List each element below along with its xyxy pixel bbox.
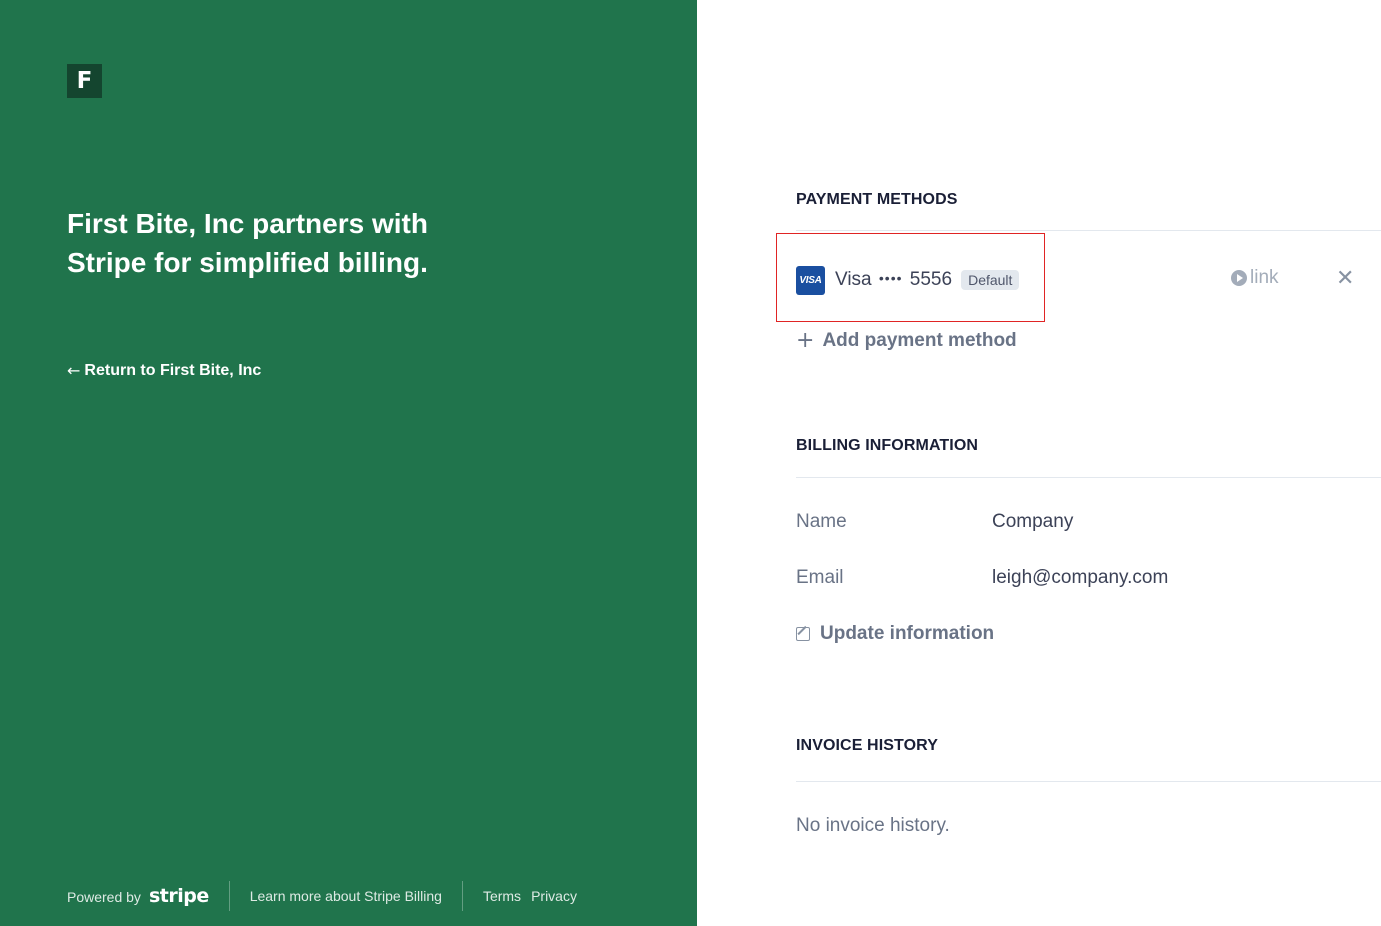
logo-letter: F — [76, 68, 93, 94]
return-link-label: Return to First Bite, Inc — [84, 361, 262, 379]
update-information-label: Update information — [820, 623, 995, 644]
default-badge: Default — [961, 270, 1020, 290]
stripe-logo: stripe — [148, 885, 209, 907]
return-to-merchant-link[interactable]: ← Return to First Bite, Inc — [67, 361, 261, 380]
billing-label: Email — [796, 567, 844, 588]
card-last4: 5556 — [909, 269, 953, 290]
add-payment-method-button[interactable]: + Add payment method — [796, 328, 1017, 353]
section-divider — [796, 781, 1381, 782]
visa-card-icon: VISA — [796, 265, 825, 295]
billing-value: Company — [992, 511, 1074, 532]
invoice-history-title: INVOICE HISTORY — [796, 737, 938, 754]
powered-by-label: Powered by — [67, 889, 141, 905]
add-payment-method-label: Add payment method — [822, 329, 1017, 351]
update-information-button[interactable]: Update information — [796, 623, 994, 645]
link-label: link — [1250, 267, 1279, 288]
terms-link[interactable]: Terms — [483, 888, 521, 904]
billing-row-email: Email leigh@company.com — [796, 567, 1168, 589]
learn-more-link[interactable]: Learn more about Stripe Billing — [250, 888, 442, 904]
card-mask: •••• — [878, 270, 903, 286]
billing-label: Name — [796, 511, 847, 532]
link-badge: link — [1231, 267, 1279, 289]
portal-content: PAYMENT METHODS VISA Visa •••• 5556 Defa… — [697, 0, 1381, 926]
edit-icon — [796, 627, 810, 641]
brand-panel: F First Bite, Inc partners with Stripe f… — [0, 0, 697, 926]
merchant-logo: F — [67, 64, 102, 98]
privacy-link[interactable]: Privacy — [531, 888, 577, 904]
powered-by-stripe[interactable]: Powered by stripe — [67, 885, 209, 907]
plus-icon: + — [796, 328, 815, 353]
section-divider — [796, 230, 1381, 231]
link-play-icon — [1231, 270, 1247, 286]
billing-information-title: BILLING INFORMATION — [796, 437, 979, 454]
arrow-left-icon: ← — [67, 361, 81, 380]
card-label: Visa •••• 5556 — [835, 269, 952, 291]
remove-payment-method-close-icon[interactable]: ✕ — [1336, 266, 1354, 292]
card-brand: Visa — [835, 269, 872, 290]
footer: Powered by stripe Learn more about Strip… — [67, 880, 577, 912]
no-invoice-history-text: No invoice history. — [796, 815, 950, 836]
payment-method-row: VISA Visa •••• 5556 Default link ✕ — [796, 262, 1381, 298]
legal-links: Terms Privacy — [483, 888, 577, 904]
brand-headline: First Bite, Inc partners with Stripe for… — [67, 208, 428, 278]
section-divider — [796, 477, 1381, 478]
footer-divider — [228, 881, 230, 911]
billing-value: leigh@company.com — [992, 567, 1169, 588]
billing-row-name: Name Company — [796, 511, 1073, 533]
payment-methods-title: PAYMENT METHODS — [796, 191, 958, 208]
footer-divider — [461, 881, 463, 911]
